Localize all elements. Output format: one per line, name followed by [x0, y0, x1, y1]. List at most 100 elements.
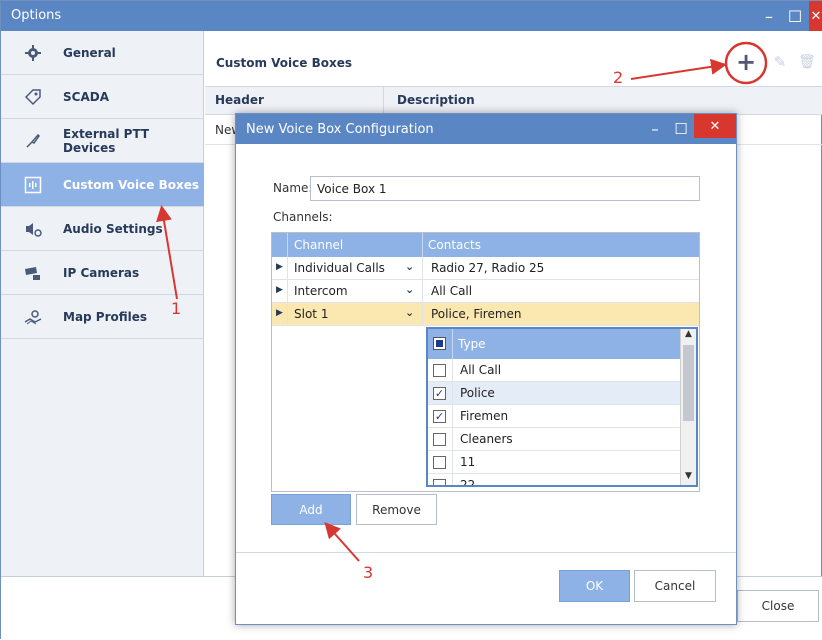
- cell-divider: [287, 303, 288, 326]
- name-input[interactable]: [310, 176, 700, 201]
- scroll-down-icon[interactable]: ▼: [681, 471, 696, 485]
- sidebar-item-external-ptt-devices[interactable]: External PTT Devices: [1, 119, 204, 163]
- plus-icon: +: [735, 48, 757, 76]
- list-item[interactable]: 22: [428, 474, 680, 485]
- sidebar-item-label: Custom Voice Boxes: [63, 177, 199, 192]
- list-item-label: Cleaners: [460, 432, 513, 446]
- column-divider: [452, 329, 453, 359]
- tag-icon: [23, 87, 43, 107]
- contacts-cell[interactable]: Police, Firemen: [431, 307, 522, 321]
- sidebar-item-label: IP Cameras: [63, 265, 140, 280]
- sidebar-item-general[interactable]: General: [1, 31, 204, 75]
- cell-divider: [452, 451, 453, 474]
- sidebar-item-label: Audio Settings: [63, 221, 163, 236]
- window-title: Options: [11, 8, 62, 23]
- dialog-maximize-icon[interactable]: ☐: [670, 114, 692, 144]
- checkbox-checked[interactable]: ✓: [433, 387, 446, 400]
- table-row[interactable]: ▶ Individual Calls ⌄ Radio 27, Radio 25: [272, 257, 699, 280]
- scrollbar-thumb[interactable]: [683, 345, 694, 421]
- window-titlebar: Options – ☐ ✕: [1, 1, 822, 31]
- contacts-dropdown: Type All Call ✓ Police ✓ Firemen Cleaner…: [426, 327, 698, 487]
- sidebar-item-label: External PTT Devices: [63, 126, 150, 155]
- column-header-header[interactable]: Header: [215, 93, 264, 107]
- list-item[interactable]: ✓ Police: [428, 382, 680, 405]
- sidebar-item-label: General: [63, 45, 116, 60]
- column-header-type[interactable]: Type: [458, 337, 486, 351]
- add-button[interactable]: Add: [271, 494, 351, 525]
- cell-divider: [452, 405, 453, 428]
- cancel-button[interactable]: Cancel: [634, 570, 716, 602]
- checkbox[interactable]: [433, 364, 446, 377]
- annotation-number-3: 3: [363, 563, 374, 582]
- cell-divider: [422, 280, 423, 303]
- list-item[interactable]: Cleaners: [428, 428, 680, 451]
- edit-button[interactable]: ✎: [770, 51, 790, 73]
- cell-divider: [452, 359, 453, 382]
- cell-divider: [287, 280, 288, 303]
- audio-settings-icon: [23, 219, 43, 239]
- dropdown-header: Type: [428, 329, 680, 359]
- minimize-icon[interactable]: –: [755, 1, 783, 31]
- delete-button[interactable]: 🗑: [797, 51, 817, 73]
- column-header-channel[interactable]: Channel: [294, 238, 343, 252]
- list-item[interactable]: ✓ Firemen: [428, 405, 680, 428]
- dialog-close-icon[interactable]: ✕: [694, 114, 736, 138]
- list-item-label: Firemen: [460, 409, 509, 423]
- column-header-description[interactable]: Description: [397, 93, 475, 107]
- table-row[interactable]: ▶ Intercom ⌄ All Call: [272, 280, 699, 303]
- list-item[interactable]: All Call: [428, 359, 680, 382]
- dialog-title: New Voice Box Configuration: [246, 122, 434, 137]
- add-voice-box-button[interactable]: +: [732, 48, 760, 76]
- cell-divider: [422, 303, 423, 326]
- list-item-label: All Call: [460, 363, 502, 377]
- ok-button[interactable]: OK: [559, 570, 630, 602]
- sidebar-item-ip-cameras[interactable]: IP Cameras: [1, 251, 204, 295]
- channel-cell: Individual Calls: [294, 261, 385, 275]
- column-divider: [287, 233, 288, 257]
- chevron-down-icon[interactable]: ⌄: [405, 283, 414, 296]
- chevron-down-icon[interactable]: ⌄: [405, 306, 414, 319]
- row-expand-icon[interactable]: ▶: [276, 308, 283, 318]
- options-window: Options – ☐ ✕ General SCADA External PTT…: [0, 0, 822, 640]
- channels-grid-header: Channel Contacts: [272, 233, 699, 257]
- sidebar-item-scada[interactable]: SCADA: [1, 75, 204, 119]
- list-item[interactable]: 11: [428, 451, 680, 474]
- row-expand-icon[interactable]: ▶: [276, 285, 283, 295]
- checkbox[interactable]: [433, 479, 446, 485]
- voice-box-icon: [23, 175, 43, 195]
- column-divider: [383, 87, 384, 115]
- checkbox[interactable]: [433, 456, 446, 469]
- contacts-cell[interactable]: Radio 27, Radio 25: [431, 261, 544, 275]
- close-button[interactable]: Close: [737, 590, 819, 622]
- pencil-icon: ✎: [773, 53, 787, 71]
- channels-grid: Channel Contacts ▶ Individual Calls ⌄ Ra…: [271, 232, 700, 492]
- select-all-checkbox[interactable]: [433, 337, 446, 350]
- gear-icon: [23, 43, 43, 63]
- camera-icon: [23, 263, 43, 283]
- page-title: Custom Voice Boxes: [216, 56, 352, 70]
- row-expand-icon[interactable]: ▶: [276, 262, 283, 272]
- dropdown-scrollbar[interactable]: ▲ ▼: [680, 329, 696, 485]
- column-header-contacts[interactable]: Contacts: [428, 238, 481, 252]
- cell-divider: [452, 474, 453, 485]
- close-icon[interactable]: ✕: [809, 1, 822, 31]
- table-row-selected[interactable]: ▶ Slot 1 ⌄ Police, Firemen: [272, 303, 699, 326]
- checkbox-checked[interactable]: ✓: [433, 410, 446, 423]
- map-icon: [23, 307, 43, 327]
- sidebar-item-audio-settings[interactable]: Audio Settings: [1, 207, 204, 251]
- maximize-icon[interactable]: ☐: [781, 1, 809, 31]
- checkbox[interactable]: [433, 433, 446, 446]
- main-header: Custom Voice Boxes + ✎ 🗑: [205, 31, 822, 87]
- dialog-minimize-icon[interactable]: –: [644, 114, 666, 144]
- sidebar-item-label: SCADA: [63, 89, 109, 104]
- chevron-down-icon[interactable]: ⌄: [405, 260, 414, 273]
- scroll-up-icon[interactable]: ▲: [681, 329, 696, 343]
- sidebar-item-custom-voice-boxes[interactable]: Custom Voice Boxes: [1, 163, 204, 207]
- remove-button[interactable]: Remove: [356, 494, 437, 525]
- channel-cell: Slot 1: [294, 307, 329, 321]
- list-item-label: 22: [460, 478, 476, 485]
- contacts-cell[interactable]: All Call: [431, 284, 472, 298]
- trash-icon: 🗑: [798, 54, 816, 70]
- cell-divider: [287, 257, 288, 280]
- list-item-label: 11: [460, 455, 476, 469]
